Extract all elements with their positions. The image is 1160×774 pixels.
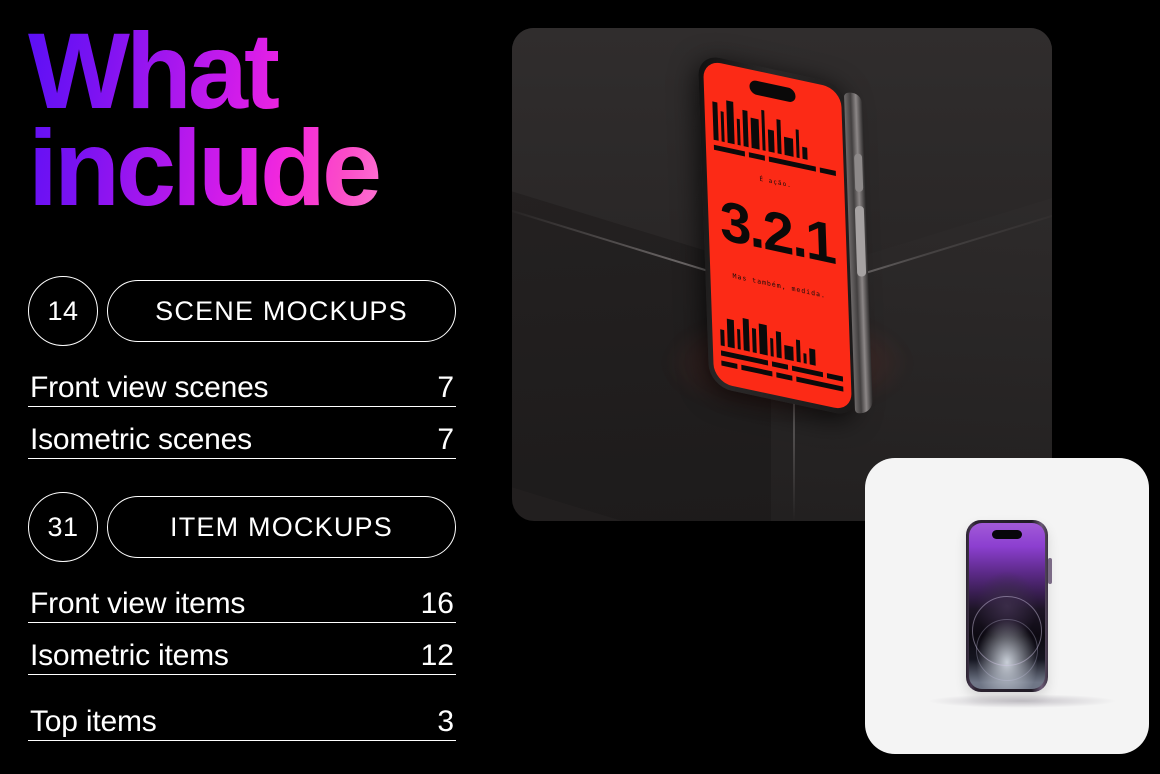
wallpaper-ring-lower	[976, 619, 1038, 682]
page-title: What include	[28, 16, 468, 221]
list-item-label: Isometric scenes	[30, 422, 252, 456]
left-column: What include 14 SCENE MOCKUPS Front view…	[28, 16, 468, 758]
phone-volume-button	[854, 153, 864, 193]
barcode-graphic-bottom	[720, 311, 844, 392]
list-item: Isometric items 12	[28, 623, 456, 675]
list-item-value: 12	[420, 638, 454, 672]
list-item-label: Front view items	[30, 586, 246, 620]
list-item: Front view items 16	[28, 571, 456, 623]
group-rows: Front view scenes 7 Isometric scenes 7	[28, 355, 456, 459]
phone-side-button	[1048, 558, 1052, 584]
phone-body	[966, 520, 1052, 692]
phone-drop-shadow	[927, 694, 1118, 708]
list-item: Front view scenes 7	[28, 355, 456, 407]
list-item-label: Top items	[30, 704, 157, 738]
barcode-graphic-top	[712, 95, 836, 176]
phone-body: É ação. 3.2.1 Mas também, medida.	[697, 53, 873, 418]
poster-canvas: What include 14 SCENE MOCKUPS Front view…	[0, 0, 1160, 774]
front-view-phone	[966, 520, 1052, 692]
count-badge: 14	[28, 276, 98, 346]
group-header: 31 ITEM MOCKUPS	[28, 492, 456, 562]
group-title-pill[interactable]: SCENE MOCKUPS	[107, 280, 456, 342]
group-item-mockups: 31 ITEM MOCKUPS Front view items 16 Isom…	[28, 492, 456, 741]
group-scene-mockups: 14 SCENE MOCKUPS Front view scenes 7 Iso…	[28, 276, 456, 459]
phone-screen: É ação. 3.2.1 Mas também, medida.	[702, 59, 853, 412]
phone-screen	[969, 523, 1045, 689]
list-item-label: Isometric items	[30, 638, 229, 672]
list-item-value: 3	[437, 704, 454, 738]
list-item: Isometric scenes 7	[28, 407, 456, 459]
group-header: 14 SCENE MOCKUPS	[28, 276, 456, 346]
count-badge: 31	[28, 492, 98, 562]
list-item-value: 7	[437, 422, 454, 456]
dynamic-island	[992, 530, 1022, 539]
list-item-value: 7	[437, 370, 454, 404]
dynamic-island	[749, 79, 796, 104]
list-item-label: Front view scenes	[30, 370, 269, 404]
isometric-phone: É ação. 3.2.1 Mas também, medida.	[697, 53, 890, 454]
item-mockup-card	[865, 458, 1149, 754]
group-rows: Front view items 16 Isometric items 12 T…	[28, 571, 456, 741]
scene-mockup-image: É ação. 3.2.1 Mas também, medida.	[512, 28, 1052, 521]
screen-countdown: 3.2.1	[719, 187, 836, 276]
group-title-pill[interactable]: ITEM MOCKUPS	[107, 496, 456, 558]
list-item-value: 16	[420, 586, 454, 620]
list-item: Top items 3	[28, 689, 456, 741]
